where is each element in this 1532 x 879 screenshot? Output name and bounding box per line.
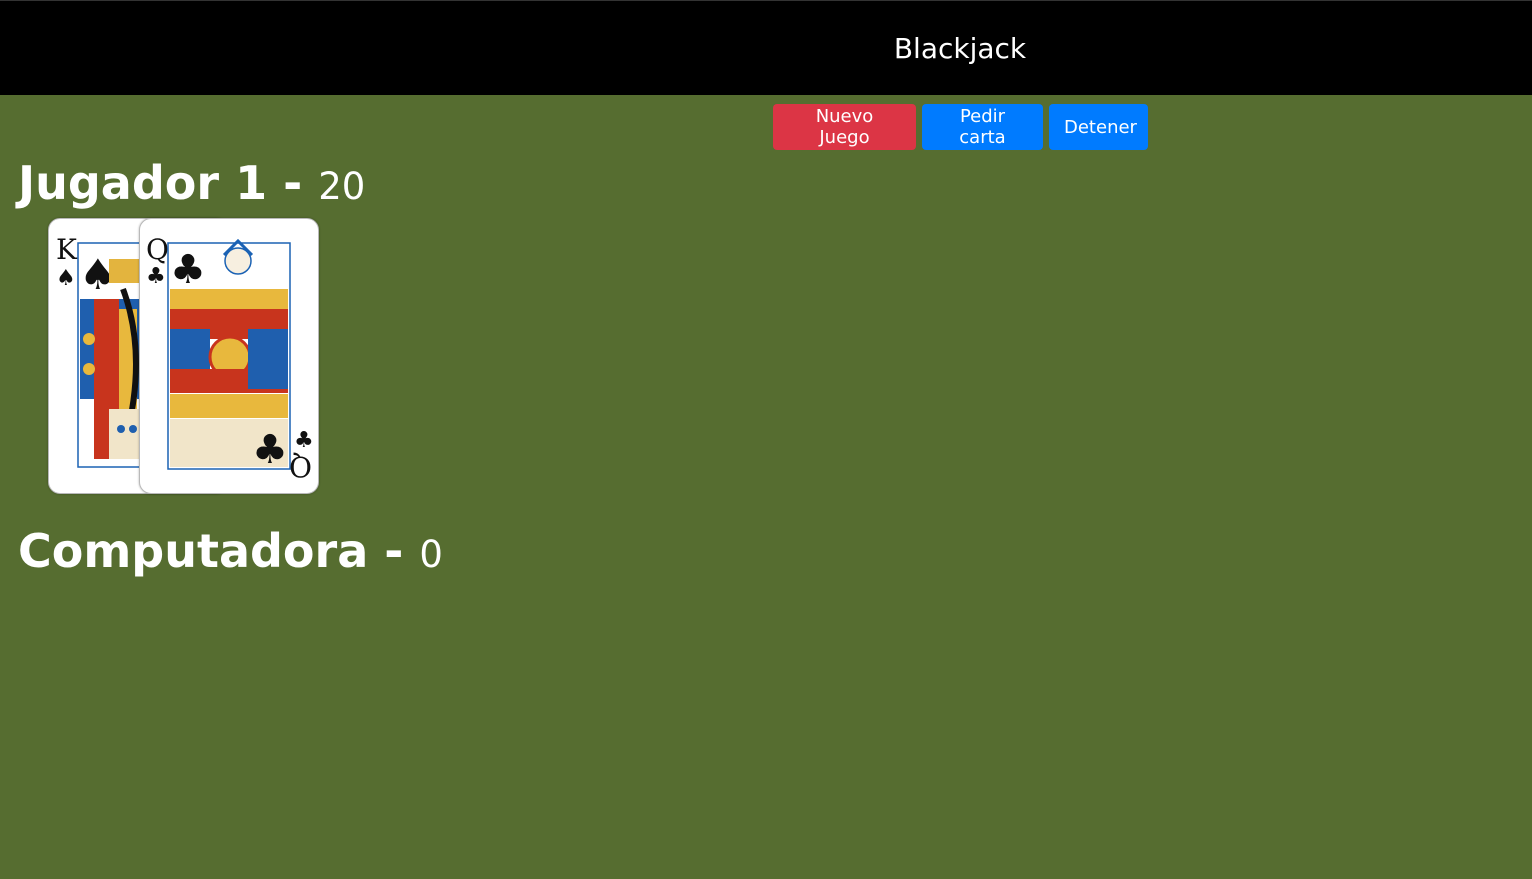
svg-text:♣: ♣ xyxy=(294,428,314,453)
card-queen-of-clubs: Q ♣ ♣ ♣ ♣ Q xyxy=(139,218,319,494)
queen-of-clubs-icon: Q ♣ ♣ ♣ ♣ Q xyxy=(146,233,314,483)
game-controls: Nuevo Juego Pedir carta Detener xyxy=(773,104,1148,150)
computer-score: 0 xyxy=(419,533,443,576)
svg-text:♣: ♣ xyxy=(252,427,288,473)
hit-card-button[interactable]: Pedir carta xyxy=(922,104,1043,150)
player-heading: Jugador 1 - 20 xyxy=(18,155,365,215)
svg-text:Q: Q xyxy=(289,450,312,483)
score-separator: - xyxy=(267,156,319,210)
player-cards: K ♠ ♠ Q ♣ ♣ ♣ ♣ Q xyxy=(48,218,338,498)
computer-name: Computadora xyxy=(18,524,369,578)
computer-heading: Computadora - 0 xyxy=(18,523,443,583)
svg-text:♣: ♣ xyxy=(170,247,206,293)
card-suit: ♠ xyxy=(56,266,76,291)
app-title: Blackjack xyxy=(893,32,1027,65)
card-suit: ♣ xyxy=(146,264,166,289)
card-rank: Q xyxy=(146,233,169,266)
card-rank: K xyxy=(56,233,78,266)
player-name: Jugador 1 xyxy=(18,156,268,210)
top-navbar: Blackjack xyxy=(0,0,1532,95)
stand-button[interactable]: Detener xyxy=(1049,104,1148,150)
new-game-button[interactable]: Nuevo Juego xyxy=(773,104,916,150)
score-separator: - xyxy=(368,524,420,578)
player-score: 20 xyxy=(318,165,366,208)
